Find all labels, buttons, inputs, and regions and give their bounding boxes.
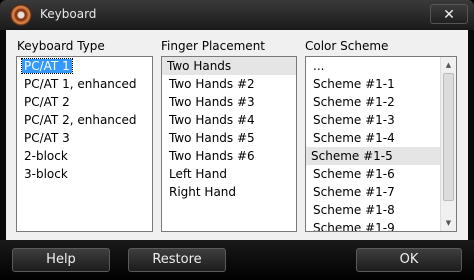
list-item[interactable]: Scheme #1-5 [306, 147, 456, 165]
color-scheme-items: ... Scheme #1-1 Scheme #1-2 Scheme #1-3 Sche… [306, 57, 456, 232]
list-item-label: Two Hands #4 [169, 113, 255, 127]
close-button[interactable]: ✕ [430, 4, 468, 24]
finger-placement-items: Two Hands Two Hands #2 Two Hands #3 Two Han… [162, 57, 296, 201]
restore-button[interactable]: Restore [128, 248, 226, 272]
list-item-label: Scheme #1-7 [313, 185, 395, 199]
list-item[interactable]: Two Hands [162, 57, 296, 75]
list-item-label: Two Hands #2 [169, 77, 255, 91]
list-item[interactable]: Two Hands #2 [162, 75, 296, 93]
list-item[interactable]: ... [306, 57, 456, 75]
list-item-label: PC/AT 1, enhanced [24, 77, 137, 91]
list-item[interactable]: Two Hands #5 [162, 129, 296, 147]
list-item[interactable]: Two Hands #6 [162, 147, 296, 165]
list-item-label: Two Hands #5 [169, 131, 255, 145]
list-item-label: Scheme #1-8 [313, 203, 395, 217]
list-item[interactable]: Scheme #1-3 [306, 111, 456, 129]
scrollbar-thumb[interactable] [443, 73, 454, 201]
list-item-label: ... [313, 59, 325, 73]
eye-icon [10, 4, 32, 26]
list-item-label: Scheme #1-2 [313, 95, 395, 109]
list-item-label: PC/AT 2, enhanced [24, 113, 137, 127]
list-item[interactable]: Scheme #1-7 [306, 183, 456, 201]
list-item-label: Two Hands #6 [169, 149, 255, 163]
color-scheme-label: Color Scheme [305, 39, 389, 53]
button-bar: Help Restore OK [0, 240, 474, 280]
list-item[interactable]: PC/AT 2, enhanced [17, 111, 152, 129]
keyboard-type-items: PC/AT 1 PC/AT 1, enhanced PC/AT 2 PC/AT 2, … [17, 57, 152, 183]
help-button[interactable]: Help [12, 248, 110, 272]
list-item[interactable]: Scheme #1-6 [306, 165, 456, 183]
list-item[interactable]: Scheme #1-4 [306, 129, 456, 147]
list-item[interactable]: Scheme #1-9 [306, 219, 456, 232]
list-item[interactable]: PC/AT 1 [17, 57, 152, 75]
list-item[interactable]: Left Hand [162, 165, 296, 183]
list-item[interactable]: 3-block [17, 165, 152, 183]
list-item[interactable]: 2-block [17, 147, 152, 165]
dialog-content: Keyboard Type PC/AT 1 PC/AT 1, enhanced PC… [6, 30, 468, 240]
list-item[interactable]: Scheme #1-1 [306, 75, 456, 93]
window-title: Keyboard [40, 7, 97, 21]
list-item[interactable]: PC/AT 3 [17, 129, 152, 147]
finger-placement-list[interactable]: Two Hands Two Hands #2 Two Hands #3 Two Han… [161, 56, 297, 232]
list-item-label: Scheme #1-1 [313, 77, 395, 91]
color-scheme-scrollbar[interactable]: ▲ ▼ [440, 57, 456, 231]
list-item-label: PC/AT 2 [24, 95, 70, 109]
list-item[interactable]: Two Hands #3 [162, 93, 296, 111]
list-item[interactable]: Two Hands #4 [162, 111, 296, 129]
keyboard-type-list[interactable]: PC/AT 1 PC/AT 1, enhanced PC/AT 2 PC/AT 2, … [16, 56, 153, 232]
list-item-label: Scheme #1-3 [313, 113, 395, 127]
list-item-label: Two Hands [167, 59, 232, 73]
scroll-down-icon[interactable]: ▼ [441, 215, 456, 231]
scroll-up-icon[interactable]: ▲ [441, 57, 456, 73]
list-item-label: Scheme #1-5 [311, 149, 393, 163]
keyboard-type-label: Keyboard Type [17, 39, 105, 53]
color-scheme-list[interactable]: ... Scheme #1-1 Scheme #1-2 Scheme #1-3 Sche… [305, 56, 457, 232]
list-item-label: 2-block [24, 149, 68, 163]
ok-button[interactable]: OK [356, 248, 462, 272]
list-item[interactable]: Scheme #1-2 [306, 93, 456, 111]
list-item-label: Scheme #1-4 [313, 131, 395, 145]
list-item-label: Left Hand [169, 167, 227, 181]
list-item[interactable]: PC/AT 2 [17, 93, 152, 111]
title-bar[interactable]: Keyboard ✕ [0, 0, 474, 30]
list-item-label: PC/AT 1 [21, 58, 73, 74]
list-item[interactable]: PC/AT 1, enhanced [17, 75, 152, 93]
list-item-label: Right Hand [169, 185, 237, 199]
list-item[interactable]: Right Hand [162, 183, 296, 201]
list-item-label: 3-block [24, 167, 68, 181]
list-item-label: Scheme #1-6 [313, 167, 395, 181]
list-item-label: Two Hands #3 [169, 95, 255, 109]
list-item[interactable]: Scheme #1-8 [306, 201, 456, 219]
keyboard-dialog: Keyboard ✕ Keyboard Type PC/AT 1 PC/AT 1,… [0, 0, 474, 280]
list-item-label: PC/AT 3 [24, 131, 70, 145]
list-item-label: Scheme #1-9 [313, 221, 395, 232]
finger-placement-label: Finger Placement [161, 39, 266, 53]
